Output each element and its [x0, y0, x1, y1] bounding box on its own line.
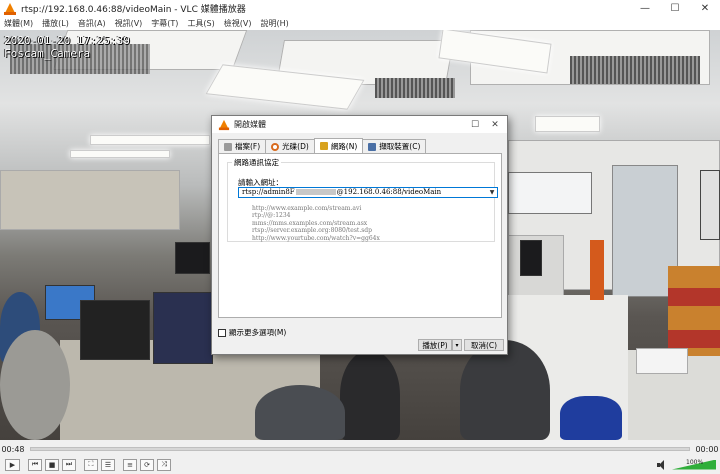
play-dropdown-button[interactable]: ▾	[452, 339, 462, 351]
vlc-logo-icon	[4, 2, 16, 15]
ceiling-light	[90, 135, 210, 145]
fullscreen-button[interactable]: ⛶	[84, 458, 98, 471]
monitor	[80, 300, 150, 360]
menu-subtitle[interactable]: 字幕(T)	[151, 18, 178, 29]
tab-network[interactable]: 網路(N)	[313, 138, 364, 153]
show-more-checkbox[interactable]	[218, 328, 226, 337]
ceiling-light	[70, 150, 170, 158]
player-controls: 00:48 00:00 ▶ ⏮ ■ ⏭ ⛶ ☰ ≡ ⟳ ⤨ 100%	[0, 440, 720, 474]
orange-bin	[590, 240, 604, 300]
menu-bar: 媒體(M) 播放(L) 音訊(A) 視訊(V) 字幕(T) 工具(S) 檢視(V…	[0, 17, 720, 30]
ceiling-vent	[375, 78, 455, 98]
close-button[interactable]: ✕	[690, 0, 720, 17]
window-title: rtsp://192.168.0.46:88/videoMain - VLC 媒…	[21, 5, 246, 15]
chevron-down-icon[interactable]: ▼	[487, 188, 497, 197]
next-button[interactable]: ⏭	[62, 458, 76, 471]
person	[340, 350, 400, 440]
menu-audio[interactable]: 音訊(A)	[78, 18, 106, 29]
dialog-tabs: 檔案(F) 光碟(D) 網路(N) 擷取裝置(C)	[218, 138, 427, 153]
osd-camera-name: Foscam_Camera	[4, 47, 91, 60]
red-label	[668, 330, 720, 348]
dialog-title: 開啟媒體	[234, 120, 266, 129]
example-line: rtp://@:1234	[252, 212, 291, 220]
tab-disc-label: 光碟(D)	[282, 142, 309, 151]
control-buttons: ▶ ⏮ ■ ⏭ ⛶ ☰ ≡ ⟳ ⤨	[0, 457, 171, 472]
osd-timestamp: 2020-01-20 17:25:39	[4, 34, 130, 47]
play-button[interactable]: 播放(P)	[418, 339, 452, 351]
menu-playback[interactable]: 播放(L)	[42, 18, 69, 29]
menu-media[interactable]: 媒體(M)	[4, 18, 33, 29]
show-more-options[interactable]: 顯示更多選項(M)	[218, 327, 286, 338]
previous-button[interactable]: ⏮	[28, 458, 42, 471]
menu-tools[interactable]: 工具(S)	[187, 18, 214, 29]
cancel-button-label: 取消(C)	[470, 340, 498, 350]
network-tab-panel: 網路通訊協定 請輸入網址： rtsp://admin8F @192.168.0.4…	[218, 153, 502, 318]
vlc-logo-icon	[218, 119, 230, 130]
play-pause-button[interactable]: ▶	[5, 458, 20, 471]
url-input[interactable]: rtsp://admin8F @192.168.0.46:88/videoMain…	[238, 187, 498, 198]
maximize-button[interactable]: ☐	[660, 0, 690, 17]
menu-view[interactable]: 檢視(V)	[224, 18, 252, 29]
capture-icon	[368, 142, 377, 151]
menu-help[interactable]: 說明(H)	[260, 18, 288, 29]
monitor	[520, 240, 542, 276]
paper-stack	[636, 348, 688, 374]
title-bar: rtsp://192.168.0.46:88/videoMain - VLC 媒…	[0, 0, 720, 17]
example-line: rtsp://server.example.org:8080/test.sdp	[252, 227, 372, 235]
url-examples: http://www.example.com/stream.avi rtp://…	[252, 205, 380, 242]
menu-video[interactable]: 視訊(V)	[115, 18, 143, 29]
time-total: 00:00	[695, 444, 719, 454]
red-label	[668, 288, 720, 306]
wall-partition	[0, 170, 180, 230]
monitor	[153, 292, 213, 364]
dialog-close-button[interactable]: ✕	[485, 116, 505, 133]
jacket	[255, 385, 345, 440]
tab-file[interactable]: 檔案(F)	[218, 139, 267, 153]
stop-button[interactable]: ■	[45, 458, 59, 471]
example-line: http://www.yourtube.com/watch?v=gg64x	[252, 234, 380, 242]
extended-settings-button[interactable]: ☰	[101, 458, 115, 471]
shuffle-button[interactable]: ⤨	[157, 458, 171, 471]
redacted-password	[295, 189, 336, 195]
tab-capture-device[interactable]: 擷取裝置(C)	[362, 139, 427, 153]
url-suffix: @192.168.0.46:88/videoMain	[336, 188, 442, 196]
open-media-dialog: 開啟媒體 ☐ ✕ 檔案(F) 光碟(D) 網路(N) 擷取裝置(C) 網路通訊協…	[211, 115, 508, 355]
person	[460, 340, 550, 440]
file-icon	[224, 142, 232, 151]
window-controls: — ☐ ✕	[630, 0, 720, 17]
seek-bar[interactable]	[30, 447, 690, 451]
volume-control[interactable]: 100%	[657, 458, 716, 471]
show-more-label: 顯示更多選項(M)	[229, 328, 287, 337]
volume-slider[interactable]: 100%	[672, 458, 716, 470]
group-title: 網路通訊協定	[232, 157, 281, 168]
disc-icon	[271, 142, 280, 151]
tab-capture-label: 擷取裝置(C)	[379, 142, 421, 151]
dialog-title-bar: 開啟媒體 ☐ ✕	[212, 116, 507, 133]
speaker-icon[interactable]	[657, 459, 669, 470]
play-button-label: 播放(P)	[422, 340, 448, 350]
network-icon	[319, 142, 328, 150]
seek-row: 00:48 00:00	[0, 442, 720, 456]
time-elapsed: 00:48	[1, 444, 25, 454]
network-protocol-group: 網路通訊協定 請輸入網址： rtsp://admin8F @192.168.0.4…	[227, 157, 498, 242]
whiteboard	[508, 172, 592, 214]
loop-button[interactable]: ⟳	[140, 458, 154, 471]
example-line: mms://mms.examples.com/stream.asx	[252, 219, 368, 227]
tab-network-label: 網路(N)	[330, 141, 358, 151]
cancel-button[interactable]: 取消(C)	[464, 339, 504, 351]
playlist-button[interactable]: ≡	[123, 458, 137, 471]
url-prefix: rtsp://admin8F	[242, 188, 295, 196]
person	[0, 330, 70, 440]
ceiling-light	[535, 116, 600, 132]
minimize-button[interactable]: —	[630, 0, 660, 17]
volume-label: 100%	[686, 458, 704, 466]
example-line: http://www.example.com/stream.avi	[252, 205, 362, 212]
tab-file-label: 檔案(F)	[235, 142, 261, 151]
ceiling-vent	[570, 56, 700, 84]
dialog-maximize-button[interactable]: ☐	[465, 116, 485, 133]
monitor	[700, 170, 720, 240]
chair	[560, 396, 622, 440]
tab-disc[interactable]: 光碟(D)	[265, 139, 315, 153]
monitor	[175, 242, 210, 274]
